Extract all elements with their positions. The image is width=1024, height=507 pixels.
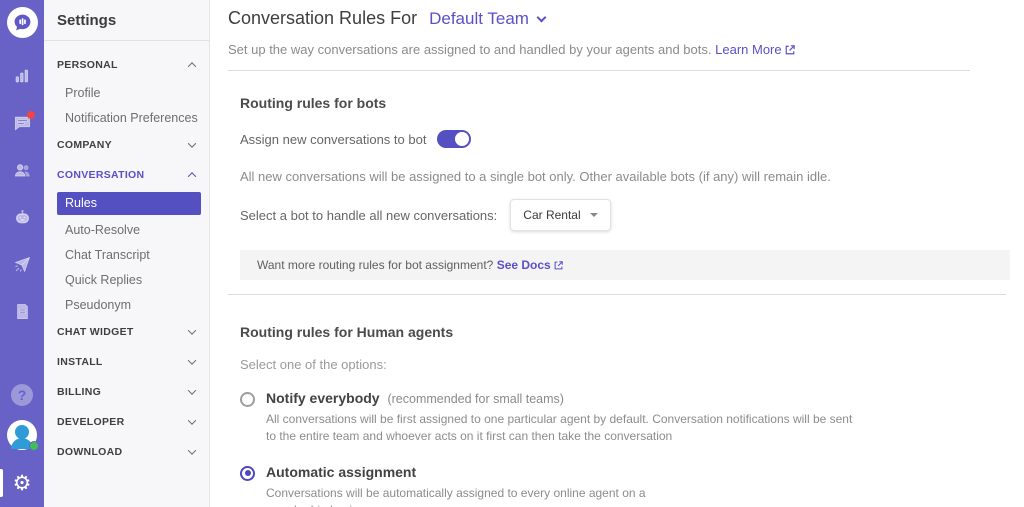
sidebar-section-developer[interactable]: DEVELOPER bbox=[44, 407, 209, 437]
chevron-down-icon bbox=[188, 446, 196, 454]
header-divider bbox=[228, 70, 970, 71]
notify-everybody-radio[interactable] bbox=[240, 392, 255, 407]
chevron-down-icon bbox=[188, 386, 196, 394]
sidebar-item-rules[interactable]: Rules bbox=[57, 192, 201, 215]
page-title: Conversation Rules For bbox=[228, 8, 417, 29]
rail-nav bbox=[12, 66, 32, 321]
external-link-icon bbox=[785, 45, 795, 55]
app-window: ? ⚙ Settings PERSONAL Profile Notificati… bbox=[0, 0, 1024, 507]
chevron-down-icon bbox=[188, 326, 196, 334]
sidebar-section-download[interactable]: DOWNLOAD bbox=[44, 437, 209, 467]
chevron-up-icon bbox=[188, 62, 196, 70]
docs-banner: Want more routing rules for bot assignme… bbox=[240, 250, 1010, 280]
icon-rail: ? ⚙ bbox=[0, 0, 44, 507]
rail-bottom: ? ⚙ bbox=[0, 384, 44, 507]
agents-routing-section: Routing rules for Human agents Select on… bbox=[240, 324, 1024, 507]
chevron-down-icon bbox=[537, 12, 547, 22]
sidebar-section-install[interactable]: INSTALL bbox=[44, 347, 209, 377]
option-label: Notify everybody bbox=[266, 390, 380, 406]
sidebar-item-chat-transcript[interactable]: Chat Transcript bbox=[44, 242, 209, 267]
sidebar-item-notification-preferences[interactable]: Notification Preferences bbox=[44, 105, 209, 130]
assign-to-bot-toggle[interactable] bbox=[437, 130, 471, 148]
user-avatar[interactable] bbox=[7, 420, 37, 450]
help-icon[interactable]: ? bbox=[11, 384, 33, 406]
option-label: Automatic assignment bbox=[266, 464, 416, 480]
campaigns-icon[interactable] bbox=[12, 254, 32, 274]
sidebar-section-company[interactable]: COMPANY bbox=[44, 130, 209, 160]
option-description: All conversations will be first assigned… bbox=[266, 411, 854, 446]
section-divider bbox=[228, 294, 1006, 295]
settings-sidebar: Settings PERSONAL Profile Notification P… bbox=[44, 0, 210, 507]
main-content: Conversation Rules For Default Team Set … bbox=[210, 0, 1024, 507]
bot-select-dropdown[interactable]: Car Rental bbox=[510, 199, 610, 231]
selected-team: Default Team bbox=[429, 9, 529, 29]
logo-chat-bubble-icon bbox=[13, 13, 32, 32]
notification-badge bbox=[27, 111, 35, 119]
team-selector-dropdown[interactable]: Default Team bbox=[429, 9, 545, 29]
sidebar-section-conversation[interactable]: CONVERSATION bbox=[44, 160, 209, 190]
teammates-icon[interactable] bbox=[12, 160, 32, 180]
avatar-head bbox=[15, 425, 29, 439]
chevron-down-icon bbox=[188, 139, 196, 147]
agents-section-heading: Routing rules for Human agents bbox=[240, 324, 1024, 340]
bots-section-heading: Routing rules for bots bbox=[240, 95, 1024, 111]
sidebar-item-profile[interactable]: Profile bbox=[44, 80, 209, 105]
sidebar-title: Settings bbox=[44, 0, 209, 40]
chevron-down-icon bbox=[188, 416, 196, 424]
bots-routing-section: Routing rules for bots Assign new conver… bbox=[240, 95, 1024, 280]
sidebar-item-auto-resolve[interactable]: Auto-Resolve bbox=[44, 217, 209, 242]
external-link-icon bbox=[554, 261, 563, 270]
settings-gear-icon[interactable]: ⚙ bbox=[13, 473, 32, 494]
learn-more-link[interactable]: Learn More bbox=[715, 42, 794, 57]
option-description: Conversations will be automatically assi… bbox=[266, 485, 666, 507]
option-hint: (recommended for small teams) bbox=[387, 392, 563, 406]
sidebar-section-chat-widget[interactable]: CHAT WIDGET bbox=[44, 317, 209, 347]
chevron-up-icon bbox=[188, 172, 196, 180]
bot-icon[interactable] bbox=[12, 207, 32, 227]
active-indicator bbox=[0, 469, 3, 497]
toggle-knob bbox=[455, 132, 469, 146]
online-status-dot bbox=[29, 441, 39, 451]
option-notify-everybody: Notify everybody (recommended for small … bbox=[240, 390, 1024, 446]
app-logo[interactable] bbox=[7, 7, 38, 38]
sidebar-item-quick-replies[interactable]: Quick Replies bbox=[44, 267, 209, 292]
bot-select-label: Select a bot to handle all new conversat… bbox=[240, 208, 497, 223]
sidebar-section-personal[interactable]: PERSONAL bbox=[44, 50, 209, 80]
selected-bot-value: Car Rental bbox=[523, 208, 580, 222]
forms-icon[interactable] bbox=[12, 301, 32, 321]
options-subheading: Select one of the options: bbox=[240, 357, 1024, 372]
chevron-down-icon bbox=[188, 356, 196, 364]
page-subtitle: Set up the way conversations are assigne… bbox=[228, 42, 1024, 57]
sidebar-section-billing[interactable]: BILLING bbox=[44, 377, 209, 407]
conversations-icon[interactable] bbox=[12, 113, 32, 133]
automatic-assignment-radio[interactable] bbox=[240, 466, 255, 481]
analytics-icon[interactable] bbox=[12, 66, 32, 86]
option-automatic-assignment: Automatic assignment Conversations will … bbox=[240, 464, 1024, 507]
sidebar-nav: PERSONAL Profile Notification Preference… bbox=[44, 41, 209, 467]
bot-assignment-info: All new conversations will be assigned t… bbox=[240, 169, 1024, 184]
bot-toggle-label: Assign new conversations to bot bbox=[240, 132, 426, 147]
sidebar-item-pseudonym[interactable]: Pseudonym bbox=[44, 292, 209, 317]
see-docs-link[interactable]: See Docs bbox=[497, 258, 563, 272]
caret-down-icon bbox=[590, 213, 598, 217]
